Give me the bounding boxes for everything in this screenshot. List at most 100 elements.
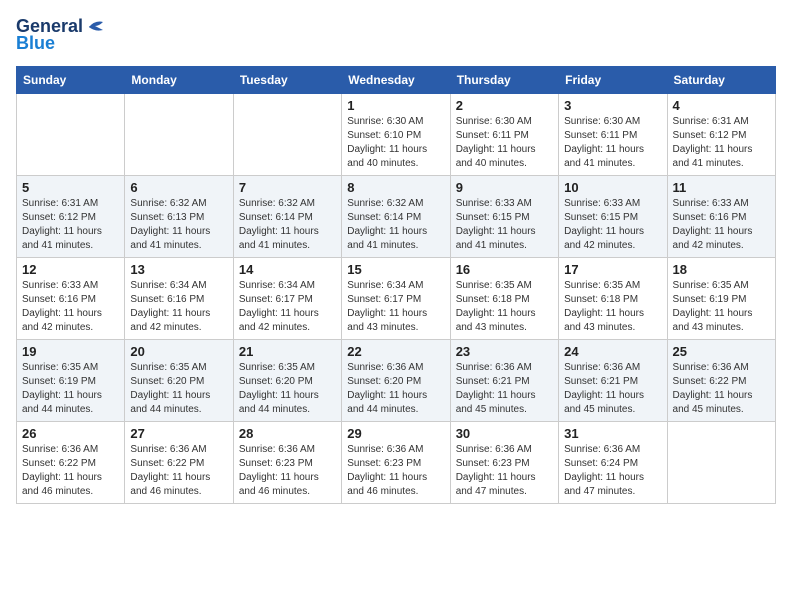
calendar-cell [125, 94, 233, 176]
day-info: Sunrise: 6:35 AMSunset: 6:19 PMDaylight:… [22, 361, 119, 417]
day-number: 9 [456, 180, 553, 195]
day-info: Sunrise: 6:36 AMSunset: 6:22 PMDaylight:… [673, 361, 770, 417]
logo-bird-icon [85, 18, 107, 36]
logo-blue-text: Blue [16, 33, 55, 54]
day-info: Sunrise: 6:32 AMSunset: 6:14 PMDaylight:… [239, 197, 336, 253]
day-number: 20 [130, 344, 227, 359]
day-info: Sunrise: 6:33 AMSunset: 6:15 PMDaylight:… [456, 197, 553, 253]
calendar-cell: 16 Sunrise: 6:35 AMSunset: 6:18 PMDayligh… [450, 258, 558, 340]
day-number: 15 [347, 262, 444, 277]
day-number: 8 [347, 180, 444, 195]
week-row-1: 1Sunrise: 6:30 AMSunset: 6:10 PMDaylight… [17, 94, 776, 176]
page-header: General Blue [16, 16, 776, 54]
calendar-cell: 15 Sunrise: 6:34 AMSunset: 6:17 PMDayligh… [342, 258, 450, 340]
calendar-cell: 24Sunrise: 6:36 AMSunset: 6:21 PMDayligh… [559, 340, 667, 422]
calendar-cell: 8 Sunrise: 6:32 AMSunset: 6:14 PMDaylight… [342, 176, 450, 258]
day-number: 17 [564, 262, 661, 277]
day-info: Sunrise: 6:35 AMSunset: 6:19 PMDaylight:… [673, 279, 770, 335]
day-number: 18 [673, 262, 770, 277]
day-number: 2 [456, 98, 553, 113]
weekday-header-wednesday: Wednesday [342, 67, 450, 94]
logo: General Blue [16, 16, 107, 54]
calendar-cell: 10 Sunrise: 6:33 AMSunset: 6:15 PMDayligh… [559, 176, 667, 258]
day-number: 10 [564, 180, 661, 195]
day-number: 22 [347, 344, 444, 359]
day-number: 19 [22, 344, 119, 359]
calendar-table: SundayMondayTuesdayWednesdayThursdayFrid… [16, 66, 776, 504]
day-number: 5 [22, 180, 119, 195]
day-info: Sunrise: 6:30 AMSunset: 6:10 PMDaylight:… [347, 115, 444, 171]
weekday-header-thursday: Thursday [450, 67, 558, 94]
calendar-cell: 6 Sunrise: 6:32 AMSunset: 6:13 PMDaylight… [125, 176, 233, 258]
day-info: Sunrise: 6:33 AMSunset: 6:15 PMDaylight:… [564, 197, 661, 253]
day-info: Sunrise: 6:32 AMSunset: 6:14 PMDaylight:… [347, 197, 444, 253]
week-row-4: 19 Sunrise: 6:35 AMSunset: 6:19 PMDayligh… [17, 340, 776, 422]
calendar-cell: 22Sunrise: 6:36 AMSunset: 6:20 PMDayligh… [342, 340, 450, 422]
day-number: 3 [564, 98, 661, 113]
calendar-cell: 19 Sunrise: 6:35 AMSunset: 6:19 PMDayligh… [17, 340, 125, 422]
calendar-cell [667, 422, 775, 504]
calendar-cell: 26 Sunrise: 6:36 AMSunset: 6:22 PMDayligh… [17, 422, 125, 504]
day-number: 23 [456, 344, 553, 359]
week-row-2: 5Sunrise: 6:31 AMSunset: 6:12 PMDaylight… [17, 176, 776, 258]
day-info: Sunrise: 6:34 AMSunset: 6:17 PMDaylight:… [239, 279, 336, 335]
day-number: 12 [22, 262, 119, 277]
day-number: 26 [22, 426, 119, 441]
calendar-cell: 2 Sunrise: 6:30 AMSunset: 6:11 PMDaylight… [450, 94, 558, 176]
day-info: Sunrise: 6:33 AMSunset: 6:16 PMDaylight:… [673, 197, 770, 253]
day-info: Sunrise: 6:36 AMSunset: 6:23 PMDaylight:… [347, 443, 444, 499]
day-info: Sunrise: 6:31 AMSunset: 6:12 PMDaylight:… [673, 115, 770, 171]
day-number: 7 [239, 180, 336, 195]
week-row-5: 26 Sunrise: 6:36 AMSunset: 6:22 PMDayligh… [17, 422, 776, 504]
calendar-cell: 9 Sunrise: 6:33 AMSunset: 6:15 PMDaylight… [450, 176, 558, 258]
calendar-cell: 12 Sunrise: 6:33 AMSunset: 6:16 PMDayligh… [17, 258, 125, 340]
day-number: 27 [130, 426, 227, 441]
day-number: 28 [239, 426, 336, 441]
weekday-header-saturday: Saturday [667, 67, 775, 94]
day-number: 25 [673, 344, 770, 359]
calendar-cell: 13Sunrise: 6:34 AMSunset: 6:16 PMDayligh… [125, 258, 233, 340]
calendar-cell: 31 Sunrise: 6:36 AMSunset: 6:24 PMDayligh… [559, 422, 667, 504]
day-info: Sunrise: 6:33 AMSunset: 6:16 PMDaylight:… [22, 279, 119, 335]
calendar-cell: 25 Sunrise: 6:36 AMSunset: 6:22 PMDayligh… [667, 340, 775, 422]
day-number: 21 [239, 344, 336, 359]
day-info: Sunrise: 6:35 AMSunset: 6:18 PMDaylight:… [456, 279, 553, 335]
calendar-cell: 29 Sunrise: 6:36 AMSunset: 6:23 PMDayligh… [342, 422, 450, 504]
day-info: Sunrise: 6:30 AMSunset: 6:11 PMDaylight:… [456, 115, 553, 171]
calendar-cell: 27 Sunrise: 6:36 AMSunset: 6:22 PMDayligh… [125, 422, 233, 504]
day-info: Sunrise: 6:36 AMSunset: 6:23 PMDaylight:… [239, 443, 336, 499]
day-number: 11 [673, 180, 770, 195]
day-number: 31 [564, 426, 661, 441]
day-number: 24 [564, 344, 661, 359]
day-number: 6 [130, 180, 227, 195]
calendar-cell: 1Sunrise: 6:30 AMSunset: 6:10 PMDaylight… [342, 94, 450, 176]
calendar-cell: 5Sunrise: 6:31 AMSunset: 6:12 PMDaylight… [17, 176, 125, 258]
weekday-header-friday: Friday [559, 67, 667, 94]
calendar-cell: 20Sunrise: 6:35 AMSunset: 6:20 PMDayligh… [125, 340, 233, 422]
day-info: Sunrise: 6:34 AMSunset: 6:16 PMDaylight:… [130, 279, 227, 335]
calendar-cell [233, 94, 341, 176]
day-number: 4 [673, 98, 770, 113]
week-row-3: 12 Sunrise: 6:33 AMSunset: 6:16 PMDayligh… [17, 258, 776, 340]
calendar-cell [17, 94, 125, 176]
day-info: Sunrise: 6:34 AMSunset: 6:17 PMDaylight:… [347, 279, 444, 335]
day-info: Sunrise: 6:36 AMSunset: 6:24 PMDaylight:… [564, 443, 661, 499]
calendar-cell: 7 Sunrise: 6:32 AMSunset: 6:14 PMDaylight… [233, 176, 341, 258]
calendar-cell: 14Sunrise: 6:34 AMSunset: 6:17 PMDayligh… [233, 258, 341, 340]
day-info: Sunrise: 6:35 AMSunset: 6:18 PMDaylight:… [564, 279, 661, 335]
weekday-header-monday: Monday [125, 67, 233, 94]
calendar-cell: 3Sunrise: 6:30 AMSunset: 6:11 PMDaylight… [559, 94, 667, 176]
day-number: 16 [456, 262, 553, 277]
day-info: Sunrise: 6:32 AMSunset: 6:13 PMDaylight:… [130, 197, 227, 253]
calendar-cell: 18 Sunrise: 6:35 AMSunset: 6:19 PMDayligh… [667, 258, 775, 340]
calendar-cell: 4 Sunrise: 6:31 AMSunset: 6:12 PMDaylight… [667, 94, 775, 176]
day-info: Sunrise: 6:36 AMSunset: 6:21 PMDaylight:… [456, 361, 553, 417]
day-info: Sunrise: 6:36 AMSunset: 6:22 PMDaylight:… [130, 443, 227, 499]
day-info: Sunrise: 6:35 AMSunset: 6:20 PMDaylight:… [239, 361, 336, 417]
calendar-cell: 17 Sunrise: 6:35 AMSunset: 6:18 PMDayligh… [559, 258, 667, 340]
day-info: Sunrise: 6:36 AMSunset: 6:23 PMDaylight:… [456, 443, 553, 499]
day-number: 30 [456, 426, 553, 441]
day-number: 29 [347, 426, 444, 441]
weekday-header-tuesday: Tuesday [233, 67, 341, 94]
day-info: Sunrise: 6:36 AMSunset: 6:22 PMDaylight:… [22, 443, 119, 499]
